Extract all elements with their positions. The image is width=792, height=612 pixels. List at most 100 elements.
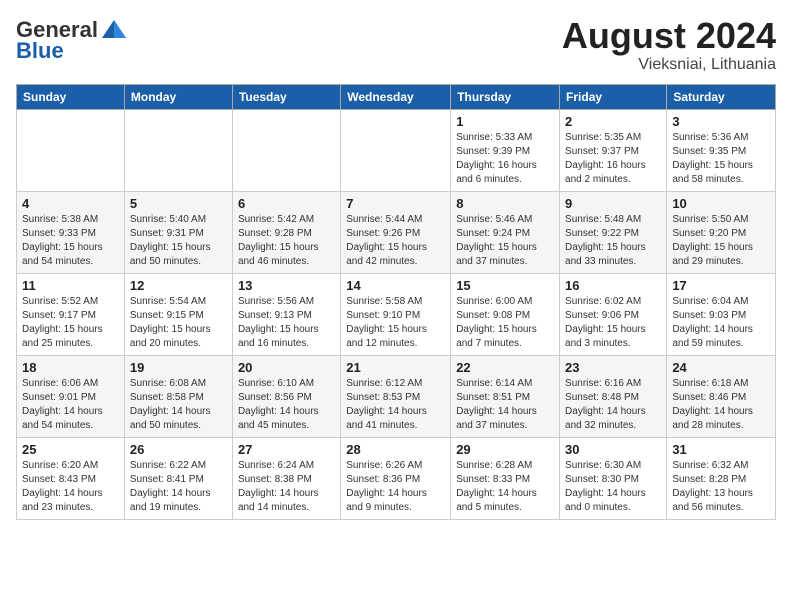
day-number: 8: [456, 196, 554, 211]
day-number: 18: [22, 360, 119, 375]
day-number: 30: [565, 442, 661, 457]
calendar-cell: 1 Sunrise: 5:33 AMSunset: 9:39 PMDaylight…: [451, 109, 560, 191]
day-number: 7: [346, 196, 445, 211]
calendar-cell: 26Sunrise: 6:22 AMSunset: 8:41 PMDayligh…: [124, 437, 232, 519]
calendar-table: SundayMondayTuesdayWednesdayThursdayFrid…: [16, 84, 776, 520]
day-info: Sunrise: 5:33 AMSunset: 9:39 PMDaylight:…: [456, 131, 554, 187]
calendar-week-row: 18Sunrise: 6:06 AMSunset: 9:01 PMDayligh…: [17, 355, 776, 437]
calendar-cell: [232, 109, 340, 191]
calendar-cell: 4 Sunrise: 5:38 AMSunset: 9:33 PMDaylight…: [17, 191, 125, 273]
day-info: Sunrise: 5:48 AMSunset: 9:22 PMDaylight:…: [565, 213, 661, 269]
calendar-cell: 23 Sunrise: 6:16 AMSunset: 8:48 PMDayligh…: [560, 355, 667, 437]
calendar-cell: 22 Sunrise: 6:14 AMSunset: 8:51 PMDayligh…: [451, 355, 560, 437]
day-info: Sunrise: 6:16 AMSunset: 8:48 PMDaylight:…: [565, 377, 661, 433]
calendar-cell: 17Sunrise: 6:04 AMSunset: 9:03 PMDayligh…: [667, 273, 776, 355]
day-info: Sunrise: 6:10 AMSunset: 8:56 PMDaylight:…: [238, 377, 335, 433]
day-info: Sunrise: 6:02 AMSunset: 9:06 PMDaylight:…: [565, 295, 661, 351]
calendar-cell: 20 Sunrise: 6:10 AMSunset: 8:56 PMDayligh…: [232, 355, 340, 437]
day-info: Sunrise: 6:18 AMSunset: 8:46 PMDaylight:…: [672, 377, 770, 433]
day-info: Sunrise: 5:40 AMSunset: 9:31 PMDaylight:…: [130, 213, 227, 269]
day-number: 2: [565, 114, 661, 129]
calendar-week-row: 25 Sunrise: 6:20 AMSunset: 8:43 PMDayligh…: [17, 437, 776, 519]
calendar-cell: 29 Sunrise: 6:28 AMSunset: 8:33 PMDayligh…: [451, 437, 560, 519]
weekday-header: Friday: [560, 84, 667, 109]
day-info: Sunrise: 5:54 AMSunset: 9:15 PMDaylight:…: [130, 295, 227, 351]
day-info: Sunrise: 6:30 AMSunset: 8:30 PMDaylight:…: [565, 459, 661, 515]
day-number: 13: [238, 278, 335, 293]
weekday-header: Monday: [124, 84, 232, 109]
calendar-cell: 16 Sunrise: 6:02 AMSunset: 9:06 PMDayligh…: [560, 273, 667, 355]
calendar-cell: 10Sunrise: 5:50 AMSunset: 9:20 PMDayligh…: [667, 191, 776, 273]
weekday-header: Tuesday: [232, 84, 340, 109]
day-info: Sunrise: 5:58 AMSunset: 9:10 PMDaylight:…: [346, 295, 445, 351]
day-number: 27: [238, 442, 335, 457]
day-number: 21: [346, 360, 445, 375]
calendar-cell: 5 Sunrise: 5:40 AMSunset: 9:31 PMDaylight…: [124, 191, 232, 273]
day-number: 16: [565, 278, 661, 293]
day-info: Sunrise: 6:08 AMSunset: 8:58 PMDaylight:…: [130, 377, 227, 433]
day-number: 20: [238, 360, 335, 375]
day-number: 29: [456, 442, 554, 457]
calendar-cell: 7 Sunrise: 5:44 AMSunset: 9:26 PMDaylight…: [341, 191, 451, 273]
day-info: Sunrise: 5:46 AMSunset: 9:24 PMDaylight:…: [456, 213, 554, 269]
day-number: 3: [672, 114, 770, 129]
logo: General Blue: [16, 16, 128, 64]
calendar-header-row: SundayMondayTuesdayWednesdayThursdayFrid…: [17, 84, 776, 109]
day-info: Sunrise: 5:38 AMSunset: 9:33 PMDaylight:…: [22, 213, 119, 269]
calendar-cell: [124, 109, 232, 191]
day-number: 15: [456, 278, 554, 293]
calendar-week-row: 1 Sunrise: 5:33 AMSunset: 9:39 PMDaylight…: [17, 109, 776, 191]
calendar-cell: [341, 109, 451, 191]
calendar-week-row: 4 Sunrise: 5:38 AMSunset: 9:33 PMDaylight…: [17, 191, 776, 273]
day-info: Sunrise: 5:44 AMSunset: 9:26 PMDaylight:…: [346, 213, 445, 269]
calendar-week-row: 11 Sunrise: 5:52 AMSunset: 9:17 PMDayligh…: [17, 273, 776, 355]
calendar-cell: 9 Sunrise: 5:48 AMSunset: 9:22 PMDaylight…: [560, 191, 667, 273]
day-info: Sunrise: 6:28 AMSunset: 8:33 PMDaylight:…: [456, 459, 554, 515]
day-number: 22: [456, 360, 554, 375]
day-number: 11: [22, 278, 119, 293]
location: Vieksniai, Lithuania: [562, 56, 776, 74]
day-info: Sunrise: 5:52 AMSunset: 9:17 PMDaylight:…: [22, 295, 119, 351]
day-info: Sunrise: 5:50 AMSunset: 9:20 PMDaylight:…: [672, 213, 770, 269]
day-number: 24: [672, 360, 770, 375]
weekday-header: Wednesday: [341, 84, 451, 109]
day-number: 5: [130, 196, 227, 211]
calendar-cell: 8 Sunrise: 5:46 AMSunset: 9:24 PMDaylight…: [451, 191, 560, 273]
calendar-cell: 21Sunrise: 6:12 AMSunset: 8:53 PMDayligh…: [341, 355, 451, 437]
month-title: August 2024: [562, 16, 776, 56]
weekday-header: Thursday: [451, 84, 560, 109]
calendar-cell: 11 Sunrise: 5:52 AMSunset: 9:17 PMDayligh…: [17, 273, 125, 355]
day-number: 1: [456, 114, 554, 129]
calendar-cell: [17, 109, 125, 191]
day-info: Sunrise: 6:32 AMSunset: 8:28 PMDaylight:…: [672, 459, 770, 515]
day-info: Sunrise: 5:36 AMSunset: 9:35 PMDaylight:…: [672, 131, 770, 187]
calendar-cell: 24 Sunrise: 6:18 AMSunset: 8:46 PMDayligh…: [667, 355, 776, 437]
logo-blue-text: Blue: [16, 38, 64, 64]
weekday-header: Saturday: [667, 84, 776, 109]
calendar-cell: 2Sunrise: 5:35 AMSunset: 9:37 PMDaylight…: [560, 109, 667, 191]
day-number: 9: [565, 196, 661, 211]
calendar-cell: 12 Sunrise: 5:54 AMSunset: 9:15 PMDayligh…: [124, 273, 232, 355]
day-number: 4: [22, 196, 119, 211]
day-number: 31: [672, 442, 770, 457]
day-info: Sunrise: 6:20 AMSunset: 8:43 PMDaylight:…: [22, 459, 119, 515]
day-info: Sunrise: 6:14 AMSunset: 8:51 PMDaylight:…: [456, 377, 554, 433]
day-info: Sunrise: 6:26 AMSunset: 8:36 PMDaylight:…: [346, 459, 445, 515]
day-number: 6: [238, 196, 335, 211]
day-number: 23: [565, 360, 661, 375]
calendar-cell: 19 Sunrise: 6:08 AMSunset: 8:58 PMDayligh…: [124, 355, 232, 437]
day-number: 28: [346, 442, 445, 457]
day-number: 14: [346, 278, 445, 293]
calendar-cell: 15Sunrise: 6:00 AMSunset: 9:08 PMDayligh…: [451, 273, 560, 355]
calendar-cell: 25 Sunrise: 6:20 AMSunset: 8:43 PMDayligh…: [17, 437, 125, 519]
calendar-cell: 14 Sunrise: 5:58 AMSunset: 9:10 PMDayligh…: [341, 273, 451, 355]
weekday-header: Sunday: [17, 84, 125, 109]
day-info: Sunrise: 6:24 AMSunset: 8:38 PMDaylight:…: [238, 459, 335, 515]
calendar-cell: 27 Sunrise: 6:24 AMSunset: 8:38 PMDayligh…: [232, 437, 340, 519]
day-number: 19: [130, 360, 227, 375]
title-block: August 2024 Vieksniai, Lithuania: [562, 16, 776, 74]
day-number: 25: [22, 442, 119, 457]
calendar-cell: 31 Sunrise: 6:32 AMSunset: 8:28 PMDayligh…: [667, 437, 776, 519]
calendar-cell: 3 Sunrise: 5:36 AMSunset: 9:35 PMDaylight…: [667, 109, 776, 191]
day-number: 12: [130, 278, 227, 293]
